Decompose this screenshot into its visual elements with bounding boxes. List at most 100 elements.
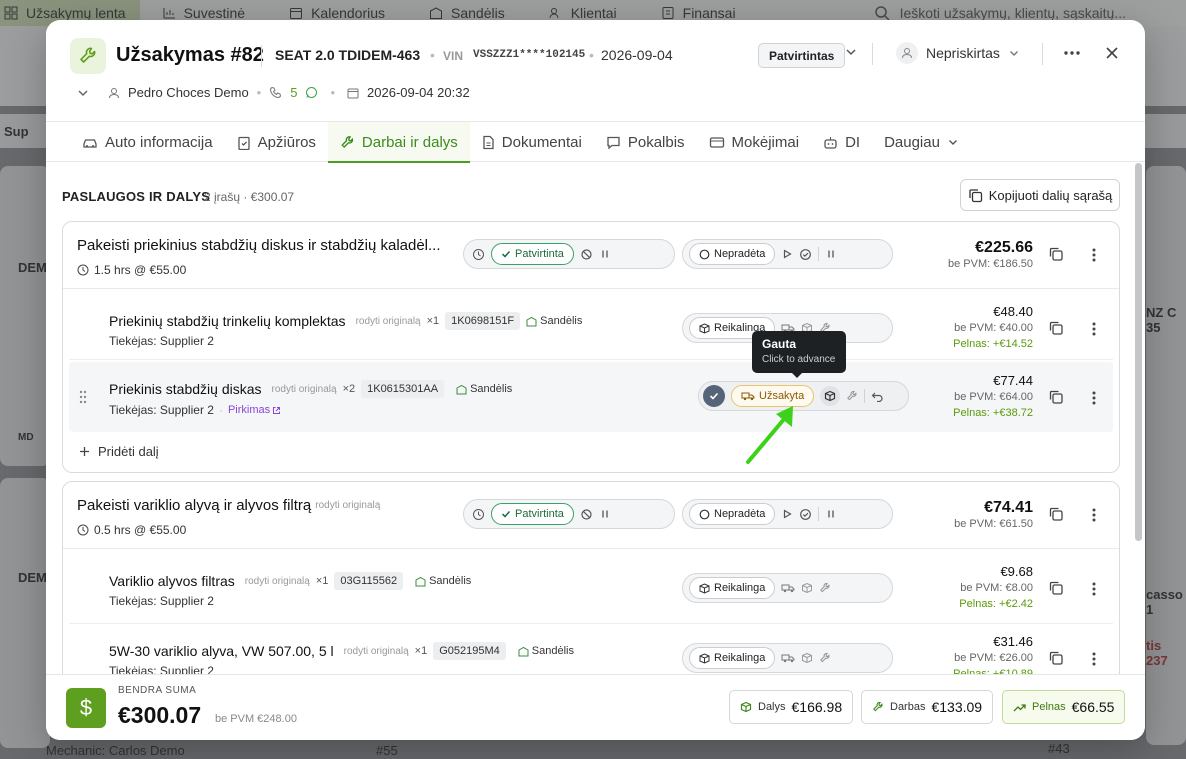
required-chip[interactable]: Reikalinga <box>689 577 776 599</box>
part-title[interactable]: Variklio alyvos filtras <box>109 573 235 589</box>
profit-value: Pelnas: +€14.52 <box>953 338 1033 350</box>
kebab-menu-icon[interactable] <box>1092 508 1096 522</box>
wrench-icon[interactable] <box>846 390 858 402</box>
purchase-link[interactable]: Pirkimas <box>228 404 281 416</box>
tab-ai[interactable]: DI <box>811 122 872 162</box>
approved-chip[interactable]: Patvirtinta <box>491 243 574 265</box>
price-total: €77.44 <box>993 373 1033 388</box>
tab-label: Darbai ir dalys <box>361 133 458 151</box>
part-price: €48.40 be PVM: €40.00 Pelnas: +€14.52 <box>953 304 1033 352</box>
service-title[interactable]: Pakeisti priekinius stabdžių diskus ir s… <box>77 237 441 254</box>
work-status-pill: Nepradėta <box>682 499 893 529</box>
package-icon[interactable] <box>820 386 841 406</box>
scrollbar[interactable] <box>1135 163 1142 541</box>
not-started-chip[interactable]: Nepradėta <box>689 503 776 525</box>
parts-total-chip: Dalys €166.98 <box>729 690 854 724</box>
approved-chip[interactable]: Patvirtinta <box>491 503 574 525</box>
kebab-menu-icon[interactable] <box>1092 582 1096 596</box>
service-price: €74.41 be PVM: €61.50 <box>954 499 1033 530</box>
part-title[interactable]: 5W-30 variklio alyva, VW 507.00, 5 l <box>109 643 334 659</box>
play-icon[interactable] <box>781 508 793 520</box>
supplier: Tiekėjas: Supplier 2 <box>109 334 214 348</box>
tab-auto-info[interactable]: Auto informacija <box>70 122 225 162</box>
check-icon <box>501 249 511 259</box>
phone-icon[interactable] <box>269 86 282 99</box>
show-original-link[interactable]: rodyti originalą <box>344 646 409 657</box>
package-icon[interactable] <box>801 652 813 664</box>
check-circle-icon[interactable] <box>799 248 812 261</box>
client-name[interactable]: Pedro Choces Demo <box>128 85 249 100</box>
part-title[interactable]: Priekinis stabdžių diskas <box>109 381 262 397</box>
drag-handle-icon[interactable] <box>79 390 87 404</box>
copy-icon[interactable] <box>1048 650 1064 666</box>
copy-icon[interactable] <box>1048 389 1064 405</box>
chevron-down-icon[interactable] <box>76 86 90 100</box>
work-status-pill: Nepradėta <box>682 239 893 269</box>
call-count: 5 <box>290 85 298 100</box>
show-original-link[interactable]: rodyti originalą <box>356 316 421 327</box>
document-icon <box>482 135 495 150</box>
tab-documents[interactable]: Dokumentai <box>470 122 594 162</box>
tab-works-and-parts[interactable]: Darbai ir dalys <box>327 122 470 163</box>
undo-icon[interactable] <box>871 390 884 402</box>
kebab-menu-icon[interactable] <box>1092 652 1096 666</box>
copy-icon[interactable] <box>1048 506 1064 522</box>
assignee-select[interactable]: Nepriskirtas <box>896 42 1020 64</box>
pause-icon[interactable] <box>825 248 837 260</box>
kebab-menu-icon[interactable] <box>1092 391 1096 405</box>
separator-dot: • <box>330 85 336 100</box>
truck-icon[interactable] <box>781 652 795 664</box>
warehouse-icon <box>456 384 467 395</box>
separator-dot: · <box>218 403 223 417</box>
copy-icon[interactable] <box>1048 580 1064 596</box>
add-part-button[interactable]: Pridėti dalį <box>79 444 159 459</box>
profit-value: Pelnas: +€2.42 <box>959 598 1033 610</box>
whatsapp-icon[interactable] <box>305 86 318 99</box>
stock-label: Sandėlis <box>540 315 583 327</box>
wrench-icon[interactable] <box>819 582 831 594</box>
kebab-menu-icon[interactable] <box>1092 248 1096 262</box>
play-icon[interactable] <box>781 248 793 260</box>
tab-payments[interactable]: Mokėjimai <box>697 122 812 162</box>
check-circle-icon[interactable] <box>799 508 812 521</box>
wrench-icon[interactable] <box>819 652 831 664</box>
copy-icon[interactable] <box>1048 246 1064 262</box>
service-title[interactable]: Pakeisti variklio alyvą ir alyvos filtrą <box>77 497 311 514</box>
tab-chat[interactable]: Pokalbis <box>594 122 697 162</box>
ban-icon[interactable] <box>580 508 593 521</box>
price-total: €225.66 <box>975 239 1033 256</box>
not-started-chip[interactable]: Nepradėta <box>689 243 776 265</box>
wrench-icon <box>70 38 106 74</box>
order-status-button[interactable]: Patvirtintas <box>758 43 846 68</box>
clock-icon[interactable] <box>472 508 485 521</box>
part-title[interactable]: Priekinių stabdžių trinkelių komplektas <box>109 313 346 329</box>
copy-icon[interactable] <box>1048 320 1064 336</box>
show-original-link[interactable]: rodyti originalą <box>245 576 310 587</box>
pause-icon[interactable] <box>599 508 611 520</box>
stock-badge: Sandėlis <box>518 645 574 657</box>
ban-icon[interactable] <box>580 248 593 261</box>
total-value: €300.07 <box>118 702 202 728</box>
pause-icon[interactable] <box>599 248 611 260</box>
pause-icon[interactable] <box>825 508 837 520</box>
clock-icon[interactable] <box>472 248 485 261</box>
kebab-menu-icon[interactable] <box>1092 322 1096 336</box>
service-group: Pakeisti priekinius stabdžių diskus ir s… <box>62 221 1120 473</box>
check-icon[interactable] <box>703 385 725 407</box>
truck-icon[interactable] <box>781 582 795 594</box>
show-original-link[interactable]: rodyti originalą <box>315 500 380 511</box>
total-label: BENDRA SUMA <box>118 685 197 696</box>
copy-parts-list-button[interactable]: Kopijuoti dalių sąrašą <box>960 179 1120 211</box>
package-icon[interactable] <box>801 582 813 594</box>
tab-more[interactable]: Daugiau <box>872 122 971 162</box>
chevron-down-icon <box>1008 47 1020 59</box>
show-original-link[interactable]: rodyti originalą <box>272 384 337 395</box>
separator-dot: • <box>430 47 435 63</box>
part-code: 1K0698151F <box>445 312 521 330</box>
required-chip[interactable]: Reikalinga <box>689 647 776 669</box>
service-labor: 0.5 hrs @ €55.00 <box>77 523 186 537</box>
close-icon[interactable] <box>1104 45 1120 61</box>
more-options-icon[interactable] <box>1062 46 1082 60</box>
tab-inspections[interactable]: Apžiūros <box>225 122 328 162</box>
chevron-down-icon[interactable] <box>844 45 858 59</box>
